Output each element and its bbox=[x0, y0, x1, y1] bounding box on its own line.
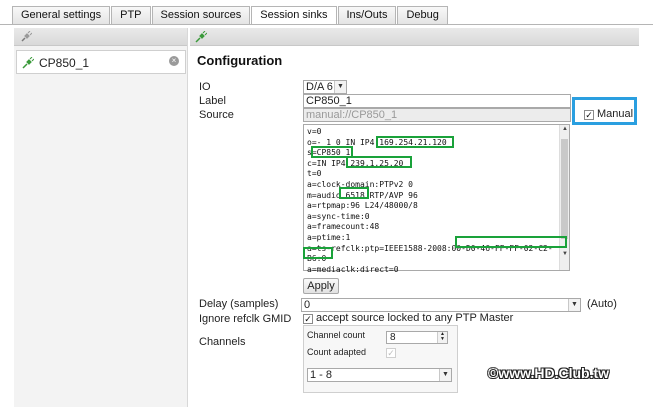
delay-select[interactable]: 0 ▼ bbox=[301, 298, 581, 312]
tab-bar: General settings PTP Session sources Ses… bbox=[12, 6, 449, 24]
sink-status-plug-icon bbox=[195, 30, 208, 43]
apply-button[interactable]: Apply bbox=[303, 278, 339, 294]
tab-session-sinks[interactable]: Session sinks bbox=[251, 6, 337, 24]
sdp-line: a=sync-time:0 bbox=[307, 211, 370, 221]
sink-list-header bbox=[14, 28, 187, 46]
sidebar-item-cp850-1[interactable]: CP850_1 × bbox=[16, 50, 186, 74]
manual-label: Manual bbox=[597, 108, 634, 120]
refclk-highlight-2 bbox=[303, 247, 333, 259]
count-adapted-checkbox[interactable]: ✓ bbox=[386, 348, 396, 358]
ignore-refclk-text: accept source locked to any PTP Master bbox=[316, 312, 514, 324]
channel-count-label: Channel count bbox=[307, 330, 366, 340]
io-select[interactable]: D/A 6 ▼ bbox=[303, 80, 347, 94]
count-adapted-label: Count adapted bbox=[307, 347, 367, 357]
port-highlight bbox=[339, 187, 369, 199]
tab-divider bbox=[0, 24, 653, 25]
sdp-line: a=rtpmap:96 L24/48000/8 bbox=[307, 201, 418, 211]
remove-sink-icon[interactable]: × bbox=[169, 56, 179, 66]
multicast-highlight bbox=[346, 156, 412, 168]
ip-highlight bbox=[376, 136, 454, 148]
config-header-bar bbox=[190, 28, 639, 46]
chevron-down-icon: ▼ bbox=[439, 369, 451, 381]
tab-session-sources[interactable]: Session sources bbox=[151, 6, 251, 24]
connected-plug-icon bbox=[22, 56, 35, 69]
ignore-refclk-checkbox[interactable]: ✓ bbox=[303, 314, 313, 324]
add-sink-plug-icon[interactable] bbox=[20, 30, 33, 43]
scroll-up-icon[interactable]: ▲ bbox=[561, 126, 569, 136]
delay-label: Delay (samples) bbox=[199, 298, 279, 310]
page-title: Configuration bbox=[197, 53, 283, 68]
channel-range-value: 1 - 8 bbox=[310, 369, 333, 381]
scroll-down-icon[interactable]: ▼ bbox=[561, 251, 569, 261]
tab-debug[interactable]: Debug bbox=[397, 6, 448, 24]
stepper-arrows-icon[interactable]: ▲ ▼ bbox=[437, 332, 447, 343]
io-label: IO bbox=[199, 81, 211, 93]
sdp-line: c=IN IP4 239.1.25.20 bbox=[307, 158, 404, 168]
delay-value: 0 bbox=[304, 299, 311, 311]
manual-checkbox[interactable]: ✓ bbox=[584, 110, 594, 120]
refclk-highlight-1 bbox=[455, 236, 567, 248]
watermark: ©www.HD.Club.tw bbox=[488, 365, 610, 381]
sidebar-item-label: CP850_1 bbox=[39, 56, 90, 70]
tab-ins-outs[interactable]: Ins/Outs bbox=[337, 6, 397, 24]
ignore-refclk-label: Ignore refclk GMID bbox=[199, 313, 292, 325]
channels-label: Channels bbox=[199, 336, 246, 348]
channel-count-stepper[interactable]: 8 ▲ ▼ bbox=[386, 331, 448, 344]
delay-auto-text: (Auto) bbox=[587, 298, 617, 310]
sdp-line: B6:0 bbox=[307, 254, 327, 264]
sdp-line: a=framecount:48 bbox=[307, 222, 380, 232]
io-select-value: D/A 6 bbox=[306, 81, 333, 93]
scroll-thumb[interactable] bbox=[561, 139, 568, 239]
tab-general-settings[interactable]: General settings bbox=[12, 6, 111, 24]
sdp-line: a=mediaclk:direct=0 bbox=[307, 264, 399, 274]
tab-ptp[interactable]: PTP bbox=[111, 6, 151, 24]
channel-range-select[interactable]: 1 - 8 ▼ bbox=[307, 368, 452, 382]
sink-list-panel: CP850_1 × bbox=[14, 28, 188, 407]
chevron-down-icon: ▼ bbox=[568, 299, 580, 311]
label-field[interactable]: CP850_1 bbox=[303, 94, 571, 108]
source-label: Source bbox=[199, 109, 234, 121]
sdp-scrollbar[interactable]: ▲ ▼ bbox=[559, 125, 569, 270]
label-label: Label bbox=[199, 95, 226, 107]
sdp-line: t=0 bbox=[307, 169, 322, 179]
source-field[interactable]: manual://CP850_1 bbox=[303, 108, 571, 122]
chevron-down-icon: ▼ bbox=[334, 81, 346, 93]
channel-count-value: 8 bbox=[390, 332, 396, 343]
